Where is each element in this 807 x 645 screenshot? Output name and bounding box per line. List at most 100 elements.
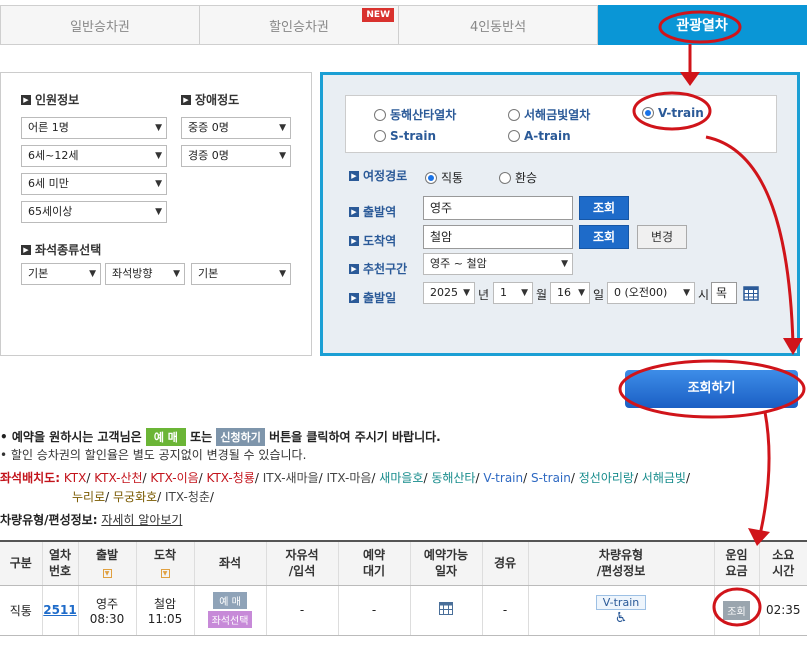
radio-circle xyxy=(374,108,386,121)
radio-s-train[interactable]: S-train xyxy=(374,129,436,143)
sort-icon[interactable]: ▼ xyxy=(160,569,170,579)
cell-via: - xyxy=(481,585,528,636)
seat-layout-links: 좌석배치도: KTX/ KTX-산천/ KTX-이음/ KTX-청룡/ ITX-… xyxy=(0,471,691,485)
radio-a-train[interactable]: A-train xyxy=(508,129,571,143)
seat-layout-link[interactable]: KTX-청룡 xyxy=(207,471,255,485)
chevron-down-icon: ▼ xyxy=(155,207,162,217)
tab-tourist-train[interactable]: 관광열차 xyxy=(598,5,807,45)
calendar-icon[interactable] xyxy=(743,285,759,301)
header-fare: 운임 요금 xyxy=(713,541,759,586)
reserve-button[interactable]: 예 매 xyxy=(213,592,247,609)
infant-select[interactable]: 6세 미만 ▼ xyxy=(21,173,167,195)
arrival-lookup-button[interactable]: 조회 xyxy=(579,225,629,249)
header-seat: 좌석 xyxy=(193,541,266,586)
fare-lookup-button[interactable]: 조회 xyxy=(723,600,750,620)
tab-label: 할인승차권 xyxy=(269,19,329,35)
chevron-down-icon: ▼ xyxy=(155,123,162,133)
cell-departure: 영주 08:30 xyxy=(77,585,136,636)
seat-layout-link[interactable]: KTX-이음 xyxy=(150,471,198,485)
seat-type-heading: ▶ 좌석종류선택 xyxy=(21,241,101,258)
reservation-note: • 예약을 원하시는 고객님은 예 매 또는 신청하기 버튼을 클릭하여 주시기… xyxy=(0,428,441,446)
swap-stations-button[interactable]: 변경 xyxy=(637,225,687,249)
tab-general[interactable]: 일반승차권 xyxy=(0,5,200,45)
senior-select[interactable]: 65세이상 ▼ xyxy=(21,201,167,223)
chevron-down-icon: ▼ xyxy=(561,259,568,269)
year-unit: 년 xyxy=(478,288,490,302)
month-select[interactable]: 1 ▼ xyxy=(493,282,533,304)
cell-seat: 예 매 좌석선택 xyxy=(193,585,266,636)
seat-option-select[interactable]: 기본 ▼ xyxy=(191,263,291,285)
day-select[interactable]: 16 ▼ xyxy=(550,282,590,304)
tab-discount[interactable]: 할인승차권 NEW xyxy=(200,5,399,45)
seat-layout-link[interactable]: S-train xyxy=(531,471,571,485)
arrival-input[interactable]: 철암 xyxy=(423,225,573,249)
reserve-chip: 예 매 xyxy=(145,428,186,446)
cell-vehicle: V-train ♿ xyxy=(527,585,714,636)
arrow-icon: ▶ xyxy=(349,235,359,246)
cell-available-date xyxy=(409,585,482,636)
seat-layout-link[interactable]: V-train xyxy=(483,471,523,485)
seat-layout-link[interactable]: ITX-마음 xyxy=(327,471,372,485)
train-number-link[interactable]: 2511 xyxy=(43,603,76,617)
sort-icon[interactable]: ▼ xyxy=(102,569,112,579)
calendar-icon[interactable] xyxy=(439,602,453,615)
year-select[interactable]: 2025 ▼ xyxy=(423,282,475,304)
radio-circle-selected xyxy=(642,107,654,119)
adult-select[interactable]: 어른 1명 ▼ xyxy=(21,117,167,139)
arrow-icon: ▶ xyxy=(181,94,191,105)
recommended-section-label: ▶ 추천구간 xyxy=(349,260,407,277)
cell-arrival: 철암 11:05 xyxy=(135,585,194,636)
results-table: 구분 열차 번호 출발 ▼ 도착 ▼ 좌석 자유석/입석 예약 대기 예약가능 일자 경유… xyxy=(0,540,807,636)
chevron-down-icon: ▼ xyxy=(155,151,162,161)
radio-transfer[interactable]: 환승 xyxy=(499,169,537,186)
chevron-down-icon: ▼ xyxy=(279,123,286,133)
wheelchair-icon: ♿ xyxy=(614,609,628,626)
child-select[interactable]: 6세~12세 ▼ xyxy=(21,145,167,167)
radio-circle-selected xyxy=(425,171,437,184)
vehicle-detail-link[interactable]: 자세히 알아보기 xyxy=(101,513,182,527)
arrow-icon: ▶ xyxy=(21,94,31,105)
radio-donghae-santa[interactable]: 동해산타열차 xyxy=(374,106,456,123)
chevron-down-icon: ▼ xyxy=(463,288,470,298)
seat-direction-select[interactable]: 좌석방향 ▼ xyxy=(105,263,185,285)
hour-select[interactable]: 0 (오전00) ▼ xyxy=(607,282,695,304)
seat-select-button[interactable]: 좌석선택 xyxy=(207,611,253,628)
seat-layout-link[interactable]: 정선아리랑 xyxy=(579,471,634,485)
seat-layout-link[interactable]: 무궁화호 xyxy=(113,490,157,504)
train-radio-group: 동해산타열차 서해금빛열차 V-train S-train A-train xyxy=(345,95,777,153)
seat-layout-link[interactable]: ITX-새마을 xyxy=(263,471,319,485)
radio-v-train[interactable]: V-train xyxy=(642,106,704,120)
vehicle-tag[interactable]: V-train xyxy=(595,594,647,610)
chevron-down-icon: ▼ xyxy=(173,269,180,279)
cell-waiting: - xyxy=(337,585,410,636)
weekday-field: 목 xyxy=(711,282,737,304)
chevron-down-icon: ▼ xyxy=(155,179,162,189)
radio-circle xyxy=(508,108,520,121)
seat-layout-link[interactable]: 서해금빛 xyxy=(642,471,686,485)
radio-direct[interactable]: 직통 xyxy=(425,169,463,186)
seat-layout-link[interactable]: 누리로 xyxy=(72,490,105,504)
header-departure[interactable]: 출발 ▼ xyxy=(77,541,136,586)
seat-layout-link[interactable]: ITX-청춘 xyxy=(165,490,210,504)
header-vehicle: 차량유형/편성정보 xyxy=(527,541,714,586)
new-badge: NEW xyxy=(362,8,394,22)
chevron-down-icon: ▼ xyxy=(521,288,528,298)
departure-input[interactable]: 영주 xyxy=(423,196,573,220)
passenger-panel: ▶ 인원정보 ▶ 장애정도 어른 1명 ▼ 6세~12세 ▼ 6세 미만 ▼ 65세이상 ▼… xyxy=(0,72,312,356)
seat-layout-link[interactable]: KTX xyxy=(64,471,87,485)
severe-disability-select[interactable]: 중증 0명 ▼ xyxy=(181,117,291,139)
search-button[interactable]: 조회하기 xyxy=(625,370,798,408)
mild-disability-select[interactable]: 경증 0명 ▼ xyxy=(181,145,291,167)
chevron-down-icon: ▼ xyxy=(279,151,286,161)
radio-seohae-geumbit[interactable]: 서해금빛열차 xyxy=(508,106,590,123)
recommended-section-select[interactable]: 영주 ~ 철암 ▼ xyxy=(423,253,573,275)
tab-four-person[interactable]: 4인동반석 xyxy=(399,5,598,45)
departure-lookup-button[interactable]: 조회 xyxy=(579,196,629,220)
header-arrival[interactable]: 도착 ▼ xyxy=(135,541,194,586)
chevron-down-icon: ▼ xyxy=(89,269,96,279)
seat-layout-link[interactable]: 동해산타 xyxy=(431,471,475,485)
seat-type-select[interactable]: 기본 ▼ xyxy=(21,263,101,285)
seat-layout-link[interactable]: KTX-산천 xyxy=(94,471,142,485)
seat-layout-link[interactable]: 새마을호 xyxy=(379,471,423,485)
header-duration: 소요 시간 xyxy=(758,541,807,586)
